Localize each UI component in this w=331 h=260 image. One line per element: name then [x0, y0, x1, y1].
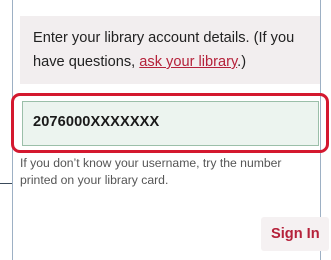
ask-your-library-link[interactable]: ask your library: [139, 54, 237, 70]
instructions-box: Enter your library account details. (If …: [20, 16, 320, 84]
username-input[interactable]: 2076000XXXXXXX: [22, 101, 319, 146]
left-divider-stub: [0, 183, 12, 184]
username-hint: If you don’t know your username, try the…: [20, 156, 282, 187]
sign-in-button[interactable]: Sign In: [261, 217, 329, 251]
library-login-panel: Enter your library account details. (If …: [0, 0, 331, 260]
instructions-text-end: .): [237, 54, 247, 70]
